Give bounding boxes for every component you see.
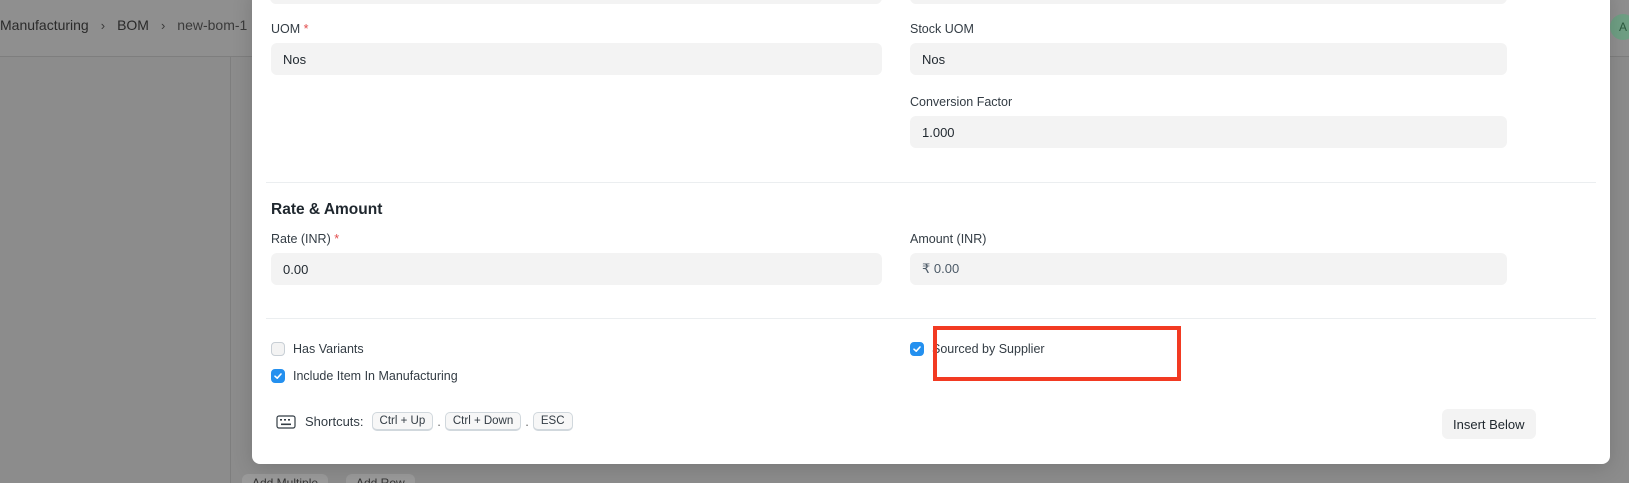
bom-item-edit-dialog: UOM * Nos Stock UOM Nos Conversion Facto… <box>252 0 1610 464</box>
uom-input[interactable]: Nos <box>271 43 882 75</box>
uom-label: UOM * <box>271 22 309 36</box>
conversion-factor-label: Conversion Factor <box>910 95 1013 109</box>
include-item-in-manufacturing-label: Include Item In Manufacturing <box>293 369 458 383</box>
chevron-right-icon: › <box>100 17 106 33</box>
stock-uom-label: Stock UOM <box>910 22 974 36</box>
shortcut-key: ESC <box>532 412 573 431</box>
breadcrumb-bom[interactable]: BOM <box>117 17 149 33</box>
add-multiple-button[interactable]: Add Multiple <box>242 474 329 483</box>
section-divider <box>266 182 1596 183</box>
section-divider <box>266 318 1596 319</box>
stock-uom-input[interactable]: Nos <box>910 43 1507 75</box>
has-variants-checkbox[interactable]: Has Variants <box>271 342 364 356</box>
amount-value: ₹ 0.00 <box>910 253 1507 285</box>
insert-below-button[interactable]: Insert Below <box>1442 409 1536 439</box>
previous-field-input[interactable] <box>270 0 882 4</box>
section-title-rate-amount: Rate & Amount <box>271 201 383 218</box>
avatar[interactable]: A <box>1610 14 1629 40</box>
shortcut-key: Ctrl + Down <box>444 412 522 431</box>
rate-input[interactable]: 0.00 <box>271 253 882 285</box>
has-variants-label: Has Variants <box>293 342 364 356</box>
checkbox-checked-icon[interactable] <box>910 342 924 356</box>
shortcuts-label: Shortcuts: <box>305 414 364 429</box>
conversion-factor-input[interactable]: 1.000 <box>910 116 1507 148</box>
checkbox-checked-icon[interactable] <box>271 369 285 383</box>
shortcuts-bar: Shortcuts: Ctrl + Up . Ctrl + Down . ESC <box>276 412 573 431</box>
keyboard-icon <box>276 414 296 429</box>
shortcut-separator: . <box>525 414 529 429</box>
breadcrumb-current: new-bom-1 <box>177 17 248 33</box>
checkbox-unchecked-icon[interactable] <box>271 342 285 356</box>
amount-label: Amount (INR) <box>910 232 987 246</box>
breadcrumb: Manufacturing › BOM › new-bom-1 <box>0 17 247 33</box>
chevron-right-icon: › <box>160 17 166 33</box>
include-item-in-manufacturing-checkbox[interactable]: Include Item In Manufacturing <box>271 369 458 383</box>
previous-field-input-right[interactable] <box>910 0 1507 4</box>
highlight-annotation <box>933 326 1181 381</box>
shortcut-key: Ctrl + Up <box>371 412 434 431</box>
add-row-button[interactable]: Add Row <box>346 474 415 483</box>
sidebar-divider <box>230 57 231 483</box>
rate-label: Rate (INR) * <box>271 232 340 246</box>
shortcut-separator: . <box>437 414 441 429</box>
breadcrumb-manufacturing[interactable]: Manufacturing <box>0 17 89 33</box>
